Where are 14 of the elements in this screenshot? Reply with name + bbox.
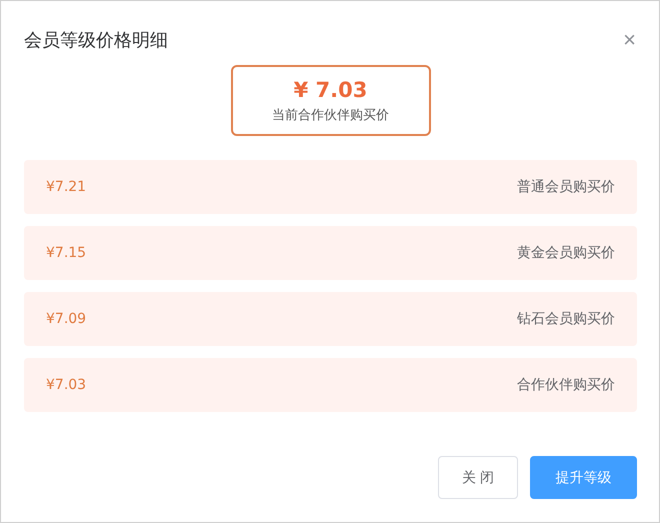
level-name: 合作伙伴购买价	[517, 376, 615, 394]
level-name: 钻石会员购买价	[517, 310, 615, 328]
level-name: 普通会员购买价	[517, 178, 615, 196]
current-price: ¥ 7.03	[294, 78, 368, 102]
level-price: ¥7.21	[46, 179, 86, 195]
close-dialog-button[interactable]: 关 闭	[438, 456, 518, 499]
dialog-title: 会员等级价格明细	[24, 29, 168, 52]
upgrade-button[interactable]: 提升等级	[530, 456, 637, 499]
level-name: 黄金会员购买价	[517, 244, 615, 262]
level-price: ¥7.03	[46, 377, 86, 393]
current-price-label: 当前合作伙伴购买价	[272, 106, 389, 124]
level-price: ¥7.15	[46, 245, 86, 261]
level-price: ¥7.09	[46, 311, 86, 327]
close-button[interactable]: ×	[623, 29, 636, 51]
